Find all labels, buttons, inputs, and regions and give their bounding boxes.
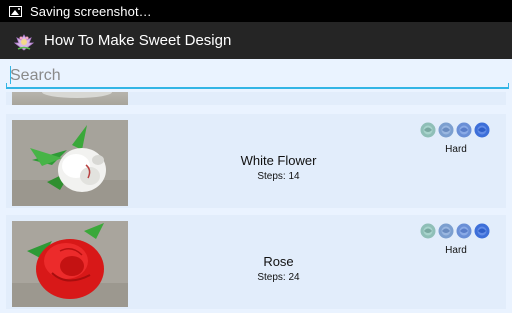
search-bar xyxy=(0,59,512,92)
status-bar: Saving screenshot… xyxy=(0,0,512,22)
item-name: Rose xyxy=(263,254,294,269)
search-input[interactable] xyxy=(6,63,509,89)
search-underline xyxy=(6,83,509,89)
rose-rating-icon xyxy=(420,223,436,239)
red-rose-photo xyxy=(12,221,128,307)
white-flower-photo xyxy=(12,120,128,206)
design-list[interactable]: White Flower Steps: 14 Hard Rose Steps: … xyxy=(0,92,512,313)
difficulty-rating xyxy=(420,223,490,239)
item-steps: Steps: 24 xyxy=(257,272,300,283)
rose-rating-icon xyxy=(474,122,490,138)
rose-rating-icon xyxy=(474,223,490,239)
notification-text: Saving screenshot… xyxy=(30,3,152,19)
list-item[interactable]: White Flower Steps: 14 Hard xyxy=(6,114,506,208)
image-icon xyxy=(9,5,22,17)
difficulty-label: Hard xyxy=(445,245,467,256)
rose-rating-icon xyxy=(438,223,454,239)
list-item-partial[interactable] xyxy=(6,92,506,105)
rose-rating-icon xyxy=(420,122,436,138)
text-cursor xyxy=(10,66,11,84)
difficulty-label: Hard xyxy=(445,144,467,155)
item-steps: Steps: 14 xyxy=(257,171,300,182)
app-rose-icon[interactable] xyxy=(12,29,36,53)
action-bar: How To Make Sweet Design xyxy=(0,22,512,59)
rose-rating-icon xyxy=(456,223,472,239)
rose-rating-icon xyxy=(456,122,472,138)
rose-rating-icon xyxy=(438,122,454,138)
list-item[interactable]: Rose Steps: 24 Hard xyxy=(6,215,506,309)
thumbnail-partial xyxy=(12,92,128,105)
item-name: White Flower xyxy=(240,153,317,168)
app-title: How To Make Sweet Design xyxy=(44,32,232,49)
difficulty-rating xyxy=(420,122,490,138)
